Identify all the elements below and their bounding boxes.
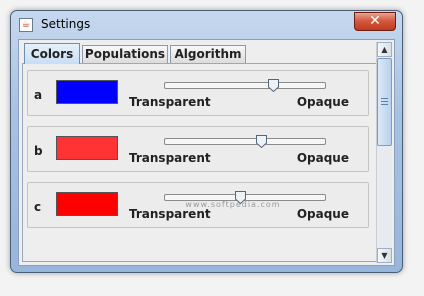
slider-track[interactable] <box>164 138 326 145</box>
settings-window: ☕ Settings ✕ Colors Populations Algorith… <box>10 10 403 273</box>
watermark-text: www.softpedia.com <box>185 200 281 209</box>
opacity-slider-b[interactable] <box>164 135 326 149</box>
transparent-label: Transparent <box>129 151 211 165</box>
opaque-label: Opaque <box>296 207 349 221</box>
slider-track[interactable] <box>164 82 326 89</box>
color-row-a: a Transparent Opaque <box>27 70 369 116</box>
row-label: a <box>34 88 43 102</box>
scroll-down-icon[interactable]: ▼ <box>377 248 392 263</box>
opaque-label: Opaque <box>296 151 349 165</box>
color-swatch-a[interactable] <box>56 80 118 104</box>
window-title: Settings <box>41 17 91 31</box>
row-label: b <box>34 144 43 158</box>
tab-populations[interactable]: Populations <box>82 45 168 63</box>
colors-panel: a Transparent Opaque b Transparent Opaqu… <box>22 63 378 262</box>
vertical-scrollbar[interactable]: ▲ ▼ <box>376 42 392 263</box>
content-area: Colors Populations Algorithm a Transpare… <box>18 39 395 266</box>
title-bar[interactable]: ☕ Settings ✕ <box>11 11 402 39</box>
slider-thumb[interactable] <box>256 135 267 148</box>
java-app-icon[interactable]: ☕ <box>19 18 33 32</box>
color-swatch-b[interactable] <box>56 136 118 160</box>
transparent-label: Transparent <box>129 207 211 221</box>
slider-thumb[interactable] <box>268 79 279 92</box>
color-row-b: b Transparent Opaque <box>27 126 369 172</box>
opaque-label: Opaque <box>296 95 349 109</box>
scroll-up-icon[interactable]: ▲ <box>377 42 392 57</box>
transparent-label: Transparent <box>129 95 211 109</box>
grip-icon <box>381 98 388 106</box>
opacity-slider-a[interactable] <box>164 79 326 93</box>
tab-algorithm[interactable]: Algorithm <box>170 45 246 63</box>
color-swatch-c[interactable] <box>56 192 118 216</box>
row-label: c <box>34 200 42 214</box>
tab-colors[interactable]: Colors <box>24 43 80 64</box>
close-button[interactable]: ✕ <box>354 12 396 31</box>
scrollbar-thumb[interactable] <box>377 58 392 146</box>
